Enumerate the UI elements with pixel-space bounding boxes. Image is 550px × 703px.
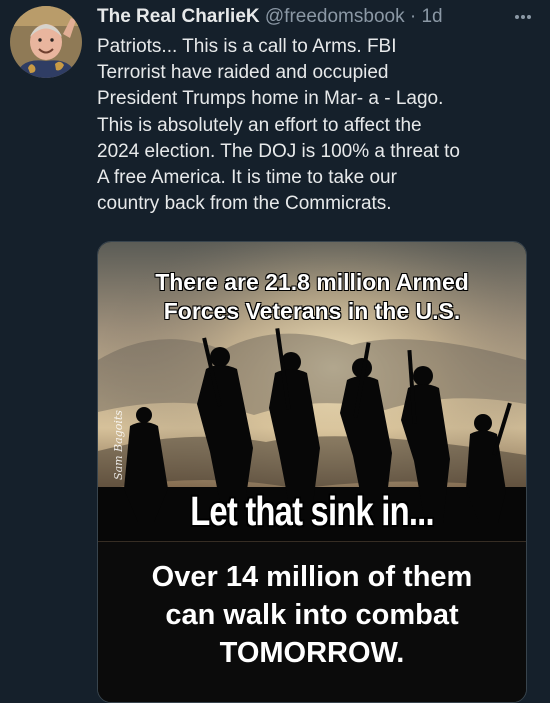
media-headline-line2: Forces Veterans in the U.S. — [163, 297, 461, 324]
media-caption-line2: can walk into combat — [165, 599, 459, 631]
tweet-text: Patriots... This is a call to Arms. FBI … — [97, 36, 460, 215]
more-horizontal-icon[interactable] — [509, 3, 537, 31]
timestamp[interactable]: 1d — [421, 6, 442, 27]
media-headline-line1: There are 21.8 million Armed — [154, 268, 469, 295]
avatar[interactable] — [10, 6, 82, 78]
media-caption-line3: TOMORROW. — [219, 637, 405, 669]
handle[interactable]: @freedomsbook — [265, 6, 405, 27]
media-slogan: Let that sink in... — [190, 488, 434, 534]
tweet-header: The Real CharlieK @freedomsbook · 1d — [97, 3, 537, 31]
media-caption-line1: Over 14 million of them — [151, 561, 473, 593]
display-name[interactable]: The Real CharlieK — [97, 6, 260, 27]
dot-separator: · — [409, 6, 417, 27]
media-image[interactable]: There are 21.8 million Armed Forces Vete… — [97, 241, 527, 703]
avatar-image — [10, 6, 82, 78]
media-watermark: Sam Bagoits — [112, 410, 125, 480]
